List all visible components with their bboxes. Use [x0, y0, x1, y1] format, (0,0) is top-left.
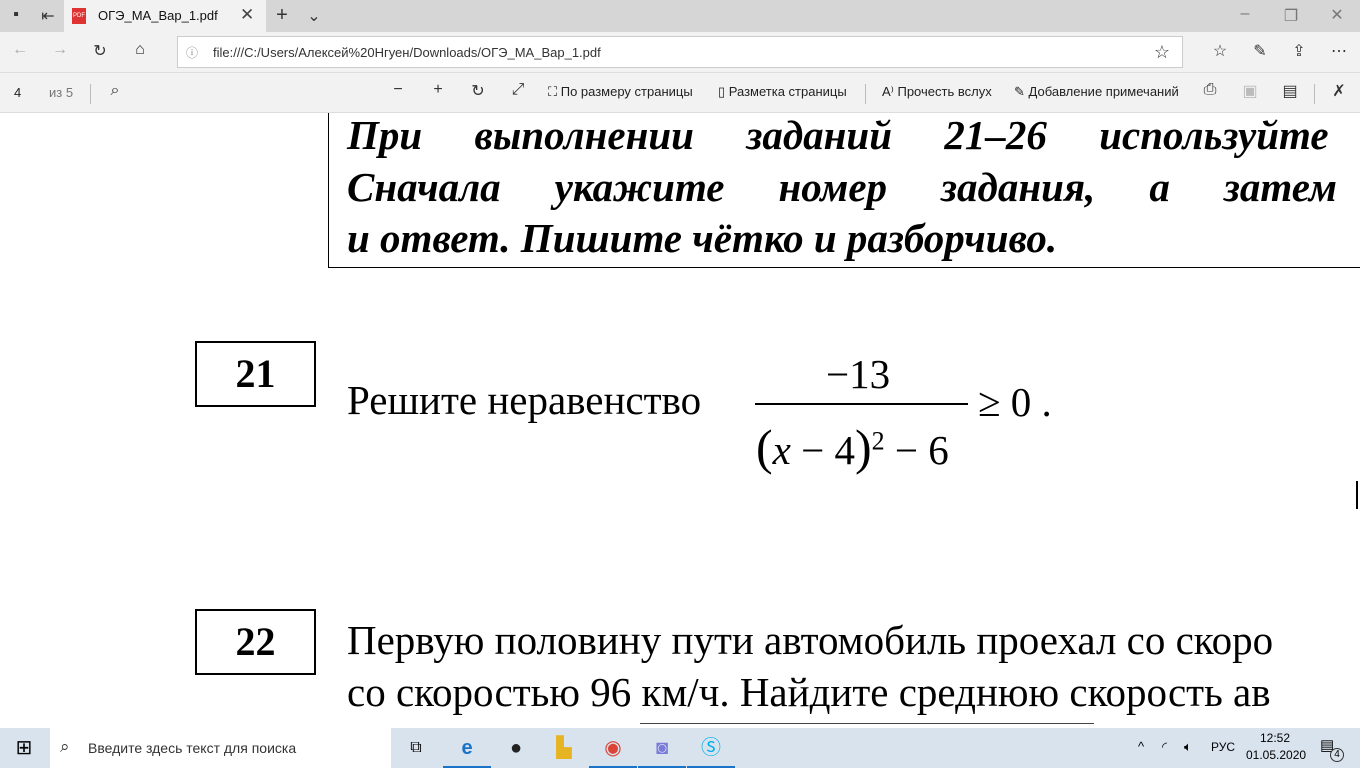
instruction-line: и ответ. Пишите чётко и разборчиво. [347, 215, 1058, 261]
divider [865, 84, 866, 104]
layout-label: Разметка страницы [728, 84, 847, 99]
pen-icon: ✎ [1014, 84, 1029, 99]
restore-icon[interactable]: ❐ [1279, 6, 1303, 26]
notes-icon[interactable]: ✎ [1248, 41, 1272, 61]
address-bar[interactable]: ⓘ file:///C:/Users/Алексей%20Нгуен/Downl… [177, 36, 1183, 68]
fraction-line [755, 403, 968, 405]
task21-text: Решите неравенство [347, 377, 702, 423]
annotate-button[interactable]: ✎ Добавление примечаний [1014, 84, 1179, 100]
info-icon: ⓘ [186, 46, 199, 60]
task22-line: со скоростью 96 км/ч. Найдите среднюю ск… [347, 669, 1271, 715]
address-input[interactable]: file:///C:/Users/Алексей%20Нгуен/Downloa… [213, 45, 601, 60]
more-icon[interactable]: ⋯ [1327, 41, 1351, 61]
clock-time[interactable]: 12:52 [1260, 731, 1290, 745]
instruction-line: При выполнении заданий 21–26 используйте… [347, 113, 1360, 158]
show-hidden-icons-icon[interactable]: ^ [1138, 739, 1144, 754]
tab-title: ОГЭ_МА_Вар_1.pdf [98, 8, 218, 23]
paren: ( [756, 419, 773, 475]
volume-icon[interactable]: 🔈︎ [1184, 739, 1192, 755]
minus-six: − 6 [884, 427, 949, 473]
search-input[interactable]: Введите здесь текст для поиска [88, 740, 296, 756]
paren: ) [854, 419, 872, 475]
share-icon[interactable]: ⇪ [1287, 41, 1311, 61]
favorites-icon[interactable]: ☆ [1208, 41, 1232, 61]
divider [1314, 84, 1315, 104]
fit-page-button[interactable]: ⛶ По размеру страницы [548, 84, 693, 100]
chevron-down-icon[interactable]: ⌄ [302, 6, 326, 26]
layout-button[interactable]: ▯ Разметка страницы [718, 84, 847, 100]
star-icon[interactable]: ☆ [1150, 42, 1174, 63]
fit-page-icon: ⛶ [548, 84, 561, 99]
annotate-label: Добавление примечаний [1028, 84, 1179, 99]
rotate-icon[interactable]: ↻ [466, 81, 490, 101]
zoom-in-icon[interactable]: + [426, 81, 450, 99]
read-aloud-icon: A⁾ [882, 84, 898, 99]
set-aside-tabs-icon[interactable]: ⇤ [36, 6, 60, 26]
save-icon[interactable]: ▣ [1238, 81, 1262, 101]
close-tab-icon[interactable]: ✕ [240, 5, 254, 25]
app-icon[interactable]: ● [492, 728, 540, 768]
rule-line [640, 723, 1094, 724]
windows-start-icon[interactable]: ⊞ [0, 728, 48, 768]
fraction-denominator: (x − 4)2 − 6 [756, 418, 949, 476]
fit-page-label: По размеру страницы [560, 84, 693, 99]
discord-icon[interactable]: ◙ [638, 728, 686, 768]
clock-date[interactable]: 01.05.2020 [1246, 748, 1306, 762]
print-icon[interactable]: ⎙ [1198, 81, 1222, 99]
pdf-toolbar: 4 из 5 ⌕ − + ↻ ⤢ ⛶ По размеру страницы ▯… [0, 72, 1360, 113]
pdf-icon: PDF [72, 8, 86, 24]
notification-count: 4 [1330, 748, 1344, 762]
skype-icon[interactable]: Ⓢ [687, 728, 735, 768]
search-icon[interactable]: ⌕ [103, 82, 127, 100]
fraction-numerator: −13 [826, 351, 891, 397]
zoom-out-icon[interactable]: − [386, 81, 410, 99]
minimize-icon[interactable]: – [1233, 5, 1257, 23]
minus-four: − 4 [790, 427, 855, 473]
tab-pdf[interactable]: PDF ОГЭ_МА_Вар_1.pdf ✕ [64, 0, 266, 32]
edge-icon[interactable]: e [443, 728, 491, 768]
close-window-icon[interactable]: ✕ [1325, 5, 1349, 25]
network-icon[interactable]: ◜ [1162, 739, 1167, 755]
page-number-input[interactable]: 4 [14, 85, 21, 100]
forward-icon[interactable]: → [48, 41, 72, 59]
chrome-icon[interactable]: ◉ [589, 728, 637, 768]
task-view-icon[interactable]: ⧉ [392, 728, 440, 768]
refresh-icon[interactable]: ↻ [88, 41, 112, 61]
task22-line: Первую половину пути автомобиль проехал … [347, 617, 1274, 663]
page-total: из 5 [49, 85, 74, 100]
exponent: 2 [871, 426, 885, 456]
task-number-22: 22 [195, 609, 316, 675]
fullscreen-icon[interactable]: ⤢ [506, 81, 530, 99]
read-aloud-button[interactable]: A⁾ Прочесть вслух [882, 84, 992, 100]
save-as-icon[interactable]: ▤ [1278, 81, 1302, 101]
text-cursor [1356, 481, 1358, 509]
file-explorer-icon[interactable]: ▙ [540, 728, 588, 768]
back-icon[interactable]: ← [8, 41, 32, 59]
title-bar: ▪ ⇤ PDF ОГЭ_МА_Вар_1.pdf ✕ + ⌄ – ❐ ✕ [0, 0, 1360, 32]
variable-x: x [772, 427, 791, 473]
pdf-page: При выполнении заданий 21–26 используйте… [0, 113, 1360, 726]
language-indicator[interactable]: РУС [1211, 740, 1235, 754]
page-layout-icon: ▯ [718, 84, 729, 99]
read-aloud-label: Прочесть вслух [897, 84, 992, 99]
tab-actions-icon[interactable]: ▪ [4, 6, 28, 24]
pin-toolbar-icon[interactable]: ✗ [1327, 81, 1351, 101]
divider [90, 84, 91, 104]
search-icon: ⌕ [60, 737, 70, 756]
inequality-rhs: ≥ 0 . [978, 379, 1052, 425]
taskbar-search[interactable]: ⌕ Введите здесь текст для поиска [50, 728, 391, 768]
home-icon[interactable]: ⌂ [128, 41, 152, 59]
new-tab-icon[interactable]: + [270, 4, 294, 27]
task-number-21: 21 [195, 341, 316, 407]
instruction-line: Сначала укажите номер задания, а затем з [347, 164, 1360, 210]
